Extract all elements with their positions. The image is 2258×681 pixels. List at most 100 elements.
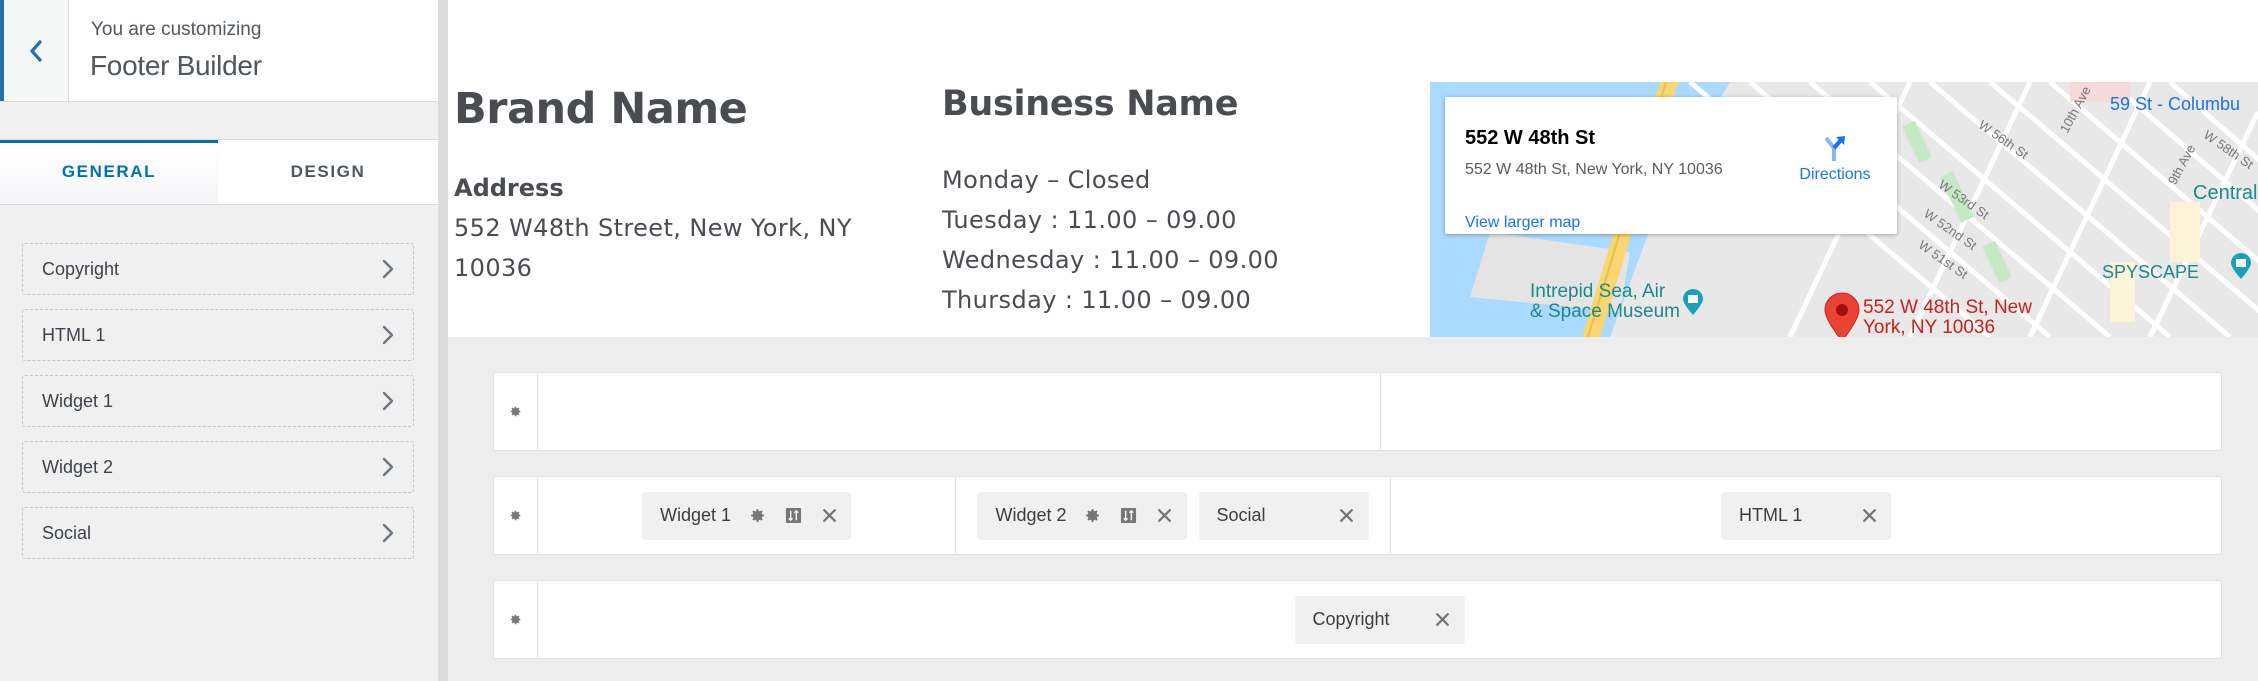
sort-settings-icon	[785, 507, 801, 524]
component-item-label: Copyright	[42, 258, 120, 279]
brand-name: Brand Name	[454, 84, 748, 134]
map-label-text: Intrepid Sea, Air	[1530, 281, 1666, 302]
place-address: 552 W 48th St, New York, NY 10036	[1465, 161, 1723, 178]
row-settings-button[interactable]	[494, 373, 538, 450]
builder-cell[interactable]: HTML 1	[1391, 477, 2221, 554]
chevron-left-icon	[30, 39, 42, 62]
row-settings-button[interactable]	[494, 581, 538, 658]
builder-row-bottom: Copyright	[493, 580, 2222, 659]
address-text: 552 W48th Street, New York, NY 10036	[454, 214, 852, 282]
widget-chip-html-1[interactable]: HTML 1	[1721, 491, 1891, 540]
builder-row-main: Widget 1 Widget 2 Social HTML 1	[493, 476, 2222, 555]
site-preview: Brand Name Address 552 W48th Street, New…	[448, 0, 2258, 681]
chip-label: Copyright	[1312, 609, 1390, 629]
chevron-right-icon	[382, 259, 394, 279]
builder-cell[interactable]: Widget 2 Social	[956, 477, 1391, 554]
chip-settings-button[interactable]	[1083, 506, 1103, 526]
view-larger-map-link[interactable]: View larger map	[1465, 214, 1580, 232]
business-column: Business Name Monday – Closed Tuesday : …	[942, 84, 1279, 320]
hours-line: Tuesday : 11.00 – 09.00	[942, 206, 1237, 234]
map-pin-label: 552 W 48th St, New York, NY 10036	[1863, 297, 2032, 338]
component-item-html-1[interactable]: HTML 1	[22, 309, 414, 361]
google-map-embed[interactable]: Intrepid Sea, Air & Space Museum 59 St -…	[1430, 82, 2258, 337]
chip-layout-button[interactable]	[783, 506, 803, 526]
chip-label: Widget 2	[995, 505, 1067, 525]
customizer-sidebar: You are customizing Footer Builder GENER…	[0, 0, 438, 681]
directions-label: Directions	[1799, 166, 1871, 183]
chevron-right-icon	[382, 391, 394, 411]
address-heading: Address	[454, 174, 564, 202]
spyscape-poi-icon[interactable]	[2230, 252, 2252, 280]
builder-cell[interactable]: Widget 1	[538, 477, 956, 554]
builder-cell[interactable]: Copyright	[538, 581, 2221, 658]
close-icon	[1862, 509, 1876, 522]
close-icon	[1340, 509, 1353, 522]
sort-settings-icon	[1120, 507, 1137, 524]
builder-row-top	[493, 372, 2222, 451]
back-button[interactable]	[0, 0, 69, 101]
hours-line: Thursday : 11.00 – 09.00	[942, 286, 1252, 314]
map-place-card: 552 W 48th St 552 W 48th St, New York, N…	[1445, 97, 1897, 234]
hours-line: Monday – Closed	[942, 166, 1151, 194]
chip-settings-button[interactable]	[747, 506, 767, 526]
component-item-label: Social	[42, 522, 92, 543]
close-icon	[1436, 613, 1449, 626]
map-label-text: York, NY 10036	[1863, 317, 1996, 338]
location-pin-icon[interactable]	[1823, 292, 1861, 337]
museum-poi-icon[interactable]	[1682, 288, 1704, 316]
close-icon	[822, 509, 836, 522]
component-item-widget-1[interactable]: Widget 1	[22, 375, 414, 427]
tab-general[interactable]: GENERAL	[0, 140, 218, 204]
tab-design[interactable]: DESIGN	[218, 140, 438, 204]
sidebar-header: You are customizing Footer Builder	[0, 0, 438, 102]
sidebar-strip	[0, 102, 438, 140]
chip-remove-button[interactable]	[1433, 610, 1453, 630]
map-label-spyscape: SPYSCAPE	[2102, 262, 2200, 282]
widget-chip-widget-2[interactable]: Widget 2	[977, 491, 1187, 540]
chip-label: Widget 1	[659, 505, 732, 525]
component-item-copyright[interactable]: Copyright	[22, 243, 414, 295]
panel-tabs: GENERAL DESIGN	[0, 140, 438, 205]
map-label-station: 59 St - Columbu	[2110, 94, 2241, 114]
sidebar-resize-handle[interactable]	[438, 0, 448, 681]
chip-remove-button[interactable]	[1337, 506, 1357, 526]
chevron-right-icon	[382, 457, 394, 477]
map-label-park: Central	[2193, 182, 2258, 204]
component-list: Copyright HTML 1 Widget 1 Widget 2 Socia…	[22, 243, 414, 573]
component-item-label: Widget 1	[42, 390, 114, 411]
widget-chip-social[interactable]: Social	[1198, 491, 1369, 540]
customizer-app: You are customizing Footer Builder GENER…	[0, 0, 2258, 681]
map-label-museum: Intrepid Sea, Air & Space Museum	[1530, 282, 1680, 322]
gear-icon	[510, 614, 521, 625]
customizing-label: You are customizing	[91, 19, 262, 40]
row-settings-button[interactable]	[494, 477, 538, 554]
gear-icon	[1086, 509, 1099, 522]
component-item-widget-2[interactable]: Widget 2	[22, 441, 414, 493]
gear-icon	[750, 509, 764, 522]
business-name: Business Name	[942, 84, 1239, 124]
chip-layout-button[interactable]	[1119, 506, 1139, 526]
footer-builder: Widget 1 Widget 2 Social HTML 1 Copyrigh…	[448, 337, 2258, 681]
panel-title: Footer Builder	[90, 50, 262, 81]
gear-icon	[510, 510, 521, 521]
chevron-right-icon	[382, 523, 394, 543]
close-icon	[1158, 509, 1171, 522]
chip-remove-button[interactable]	[1859, 506, 1879, 526]
builder-cell[interactable]	[1381, 373, 2221, 450]
builder-cell[interactable]	[538, 373, 1381, 450]
map-label-text: 552 W 48th St, New	[1863, 297, 2032, 318]
map-label-text: & Space Museum	[1530, 301, 1680, 322]
directions-button[interactable]: Directions	[1785, 133, 1885, 184]
component-item-label: HTML 1	[42, 324, 106, 345]
component-item-social[interactable]: Social	[22, 507, 414, 559]
widget-chip-widget-1[interactable]: Widget 1	[641, 491, 852, 540]
gear-icon	[510, 406, 521, 417]
hours-line: Wednesday : 11.00 – 09.00	[942, 246, 1279, 274]
widget-chip-copyright[interactable]: Copyright	[1294, 595, 1465, 644]
chip-remove-button[interactable]	[1155, 506, 1175, 526]
component-item-label: Widget 2	[42, 456, 114, 477]
chip-label: Social	[1216, 505, 1266, 525]
place-title: 552 W 48th St	[1465, 127, 1596, 149]
chip-remove-button[interactable]	[819, 506, 839, 526]
chip-label: HTML 1	[1739, 505, 1803, 525]
